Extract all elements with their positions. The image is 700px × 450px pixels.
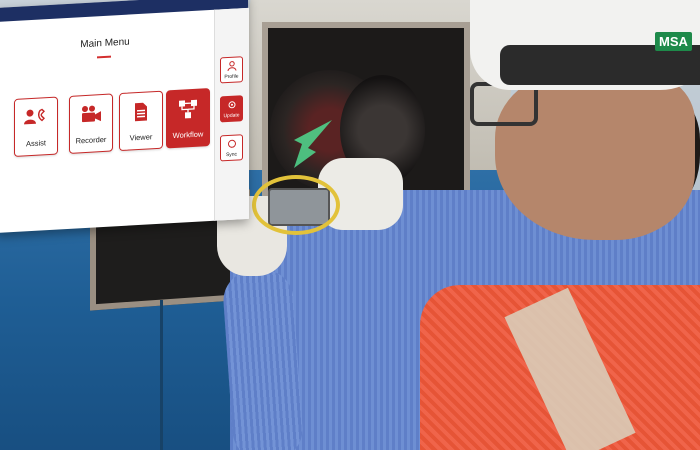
tablet-screen: Main Menu Assist Recorder Viewer Workflo…	[0, 0, 249, 234]
viewer-button[interactable]: Viewer	[119, 90, 163, 152]
panel-seam	[160, 300, 163, 450]
recorder-button[interactable]: Recorder	[69, 93, 113, 154]
hard-hat-band	[500, 45, 700, 85]
ar-highlight-circle	[252, 175, 340, 235]
sync-button[interactable]: Sync	[220, 134, 243, 162]
assist-button[interactable]: Assist	[14, 96, 58, 157]
person-phone-icon	[15, 107, 57, 129]
title-underline	[97, 55, 111, 59]
ar-arrow-icon	[294, 120, 332, 168]
document-icon	[120, 101, 162, 123]
workflow-icon	[167, 98, 209, 120]
main-menu-title: Main Menu	[80, 36, 130, 51]
tablet-sidebar: Profile Update Sync	[214, 7, 249, 221]
helmet-brand-logo: MSA	[655, 32, 692, 51]
update-icon	[221, 99, 242, 110]
profile-icon	[221, 60, 242, 72]
profile-button[interactable]: Profile	[220, 56, 243, 84]
recorder-label: Recorder	[75, 134, 107, 146]
profile-label: Profile	[224, 73, 239, 81]
sync-label: Sync	[225, 151, 238, 159]
workflow-label: Workflow	[172, 129, 204, 141]
video-camera-icon	[70, 104, 112, 126]
workflow-button[interactable]: Workflow	[166, 88, 210, 149]
viewer-label: Viewer	[129, 132, 153, 143]
sync-icon	[221, 138, 242, 149]
assist-label: Assist	[25, 138, 46, 149]
worker-arm	[221, 267, 305, 450]
update-label: Update	[223, 112, 240, 120]
update-button[interactable]: Update	[220, 95, 243, 123]
